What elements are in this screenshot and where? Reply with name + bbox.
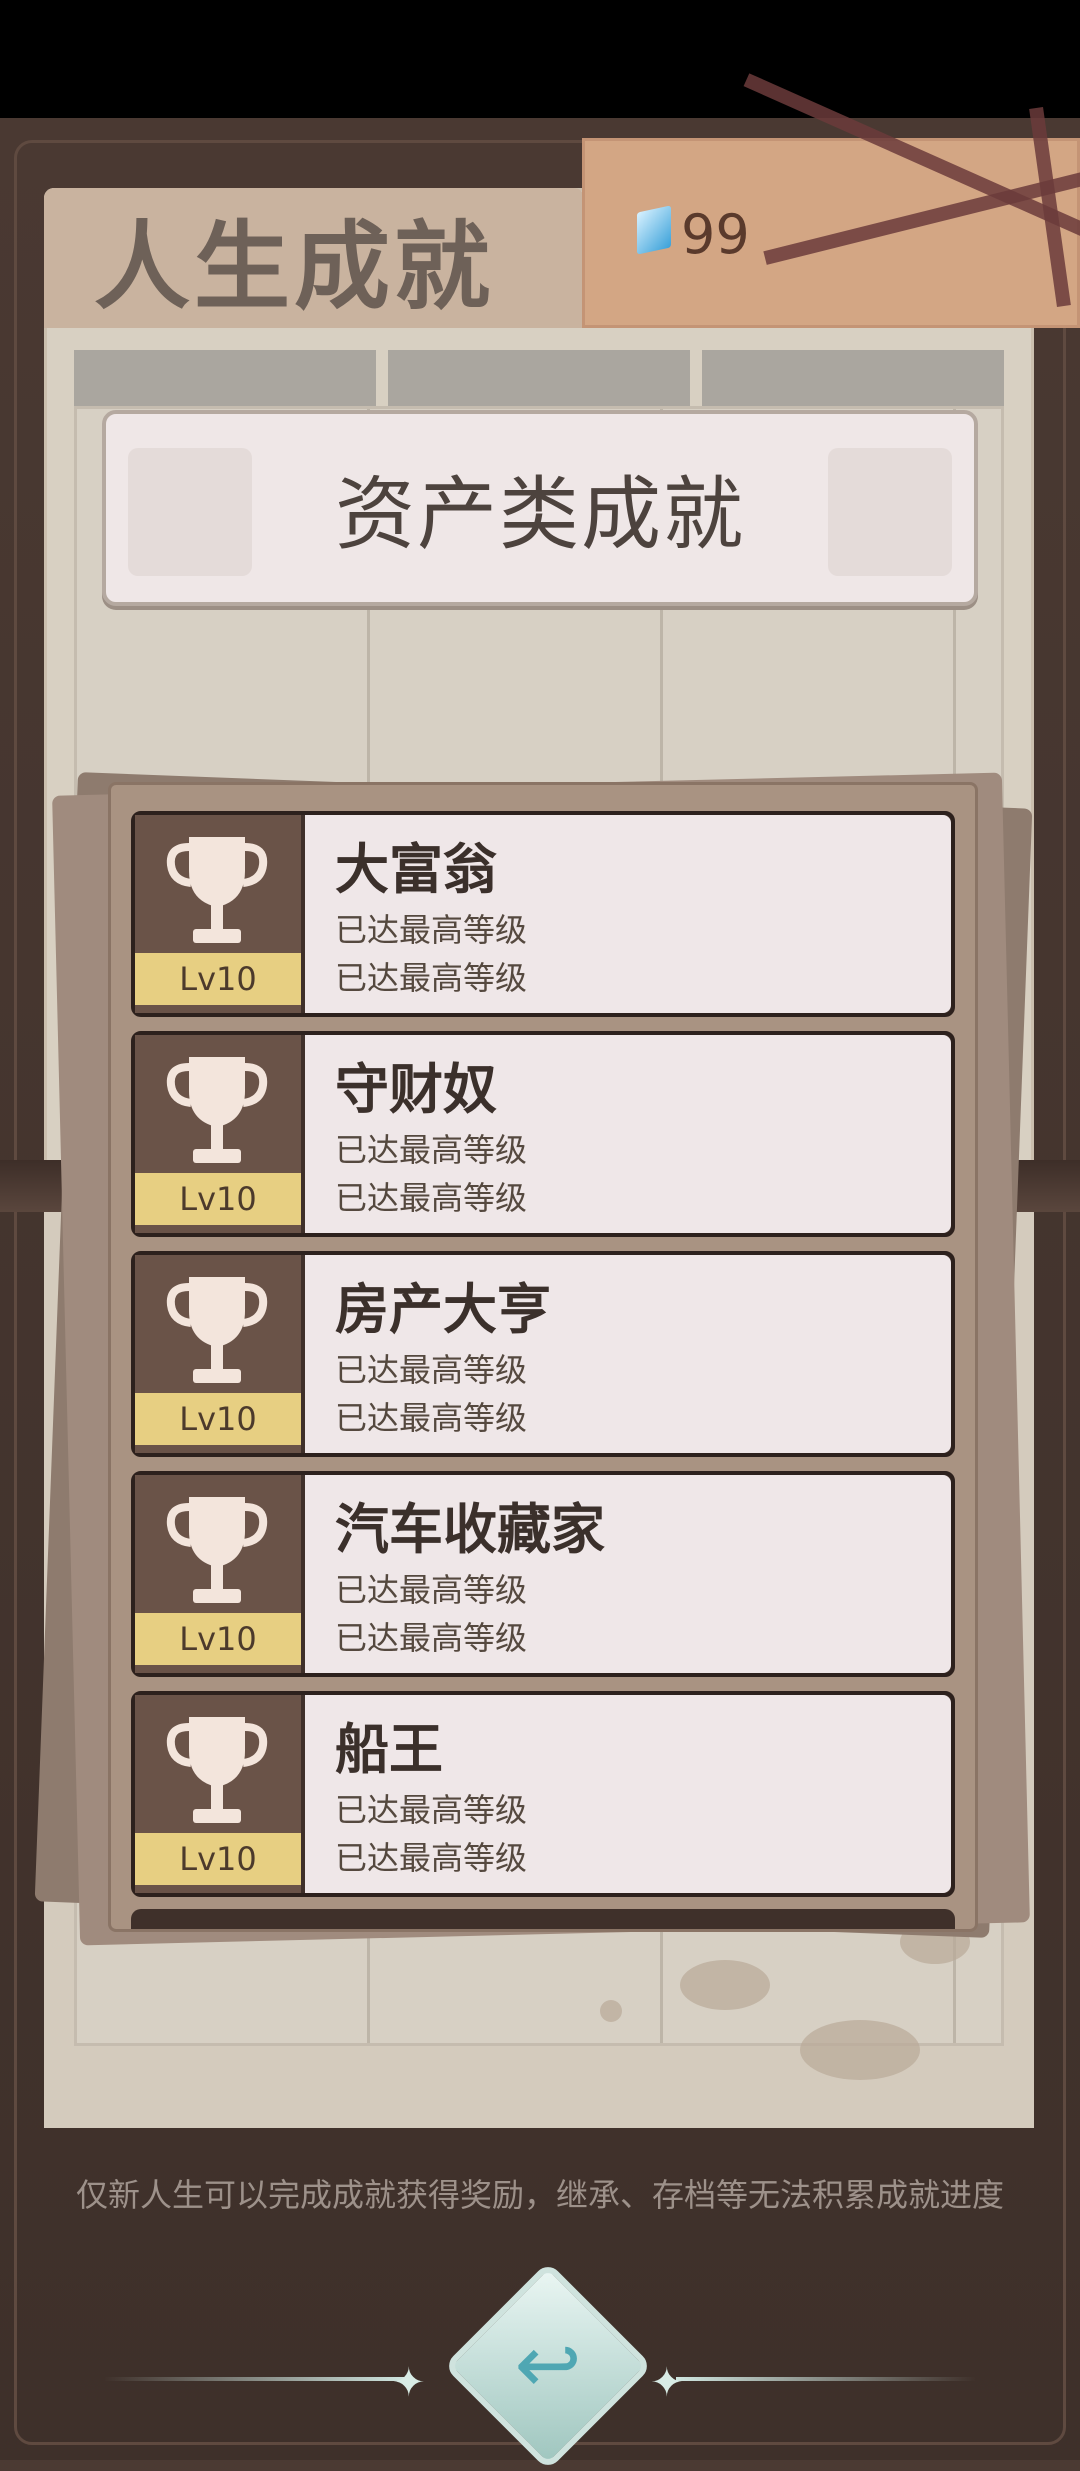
sparkle-icon: ✦	[650, 2360, 684, 2406]
footer-notice: 仅新人生可以完成成就获得奖励，继承、存档等无法积累成就进度	[75, 2176, 1004, 2214]
achievement-icon-box: Lv10	[135, 1035, 301, 1233]
achievement-reward: 已达最高等级	[335, 1839, 528, 1877]
trophy-icon	[166, 1057, 268, 1163]
divider-line	[676, 2377, 976, 2381]
achievement-status: 已达最高等级	[335, 1571, 528, 1609]
achievement-status: 已达最高等级	[335, 911, 528, 949]
achievement-name: 房产大亨	[335, 1278, 551, 1341]
achievement-name: 汽车收藏家	[335, 1498, 605, 1561]
return-arrow-icon[interactable]: ↩	[498, 2314, 598, 2414]
category-header: 资产类成就	[102, 410, 978, 606]
achievement-list[interactable]: Lv10 大富翁 已达最高等级 已达最高等级 Lv10 守财奴 已达最高等级 已…	[108, 782, 978, 1932]
page-title: 人生成就	[94, 210, 494, 323]
achievement-reward: 已达最高等级	[335, 1399, 528, 1437]
achievement-body: 船王 已达最高等级 已达最高等级	[305, 1695, 951, 1893]
achievement-status: 已达最高等级	[335, 1791, 528, 1829]
paper-stain	[800, 2020, 920, 2080]
level-badge: Lv10	[135, 1393, 301, 1445]
achievement-card[interactable]: Lv10 汽车收藏家 已达最高等级 已达最高等级	[131, 1471, 955, 1677]
achievement-card-partial	[131, 1909, 955, 1929]
trophy-icon	[166, 837, 268, 943]
trophy-icon	[166, 1497, 268, 1603]
achievement-name: 船王	[335, 1718, 443, 1781]
achievement-card[interactable]: Lv10 船王 已达最高等级 已达最高等级	[131, 1691, 955, 1897]
achievement-icon-box: Lv10	[135, 1475, 301, 1673]
grid-header-cell	[74, 350, 376, 406]
level-badge: Lv10	[135, 1613, 301, 1665]
trophy-icon	[166, 1277, 268, 1383]
trophy-icon	[166, 1717, 268, 1823]
achievement-reward: 已达最高等级	[335, 959, 528, 997]
achievement-body: 汽车收藏家 已达最高等级 已达最高等级	[305, 1475, 951, 1673]
status-bar	[0, 0, 1080, 118]
level-badge: Lv10	[135, 1833, 301, 1885]
achievement-icon-box: Lv10	[135, 1695, 301, 1893]
achievement-icon-box: Lv10	[135, 1255, 301, 1453]
paper-stain	[680, 1960, 770, 2010]
grid-header-cell	[702, 350, 1004, 406]
achievement-icon-box: Lv10	[135, 815, 301, 1013]
achievement-name: 守财奴	[335, 1058, 497, 1121]
currency-panel: 99	[582, 138, 1080, 328]
achievement-name: 大富翁	[335, 838, 497, 901]
achievement-body: 守财奴 已达最高等级 已达最高等级	[305, 1035, 951, 1233]
paper-stain	[600, 2000, 622, 2022]
achievement-status: 已达最高等级	[335, 1351, 528, 1389]
category-title: 资产类成就	[335, 468, 745, 561]
level-badge: Lv10	[135, 953, 301, 1005]
achievement-card[interactable]: Lv10 大富翁 已达最高等级 已达最高等级	[131, 811, 955, 1017]
achievement-reward: 已达最高等级	[335, 1179, 528, 1217]
achievement-reward: 已达最高等级	[335, 1619, 528, 1657]
divider-line	[104, 2377, 404, 2381]
achievement-body: 大富翁 已达最高等级 已达最高等级	[305, 815, 951, 1013]
grid-header-cell	[388, 350, 690, 406]
gem-icon	[637, 205, 671, 255]
title-tab: 人生成就	[44, 188, 584, 328]
level-badge: Lv10	[135, 1173, 301, 1225]
achievement-card[interactable]: Lv10 房产大亨 已达最高等级 已达最高等级	[131, 1251, 955, 1457]
achievement-status: 已达最高等级	[335, 1131, 528, 1169]
suitcase-icon	[128, 448, 252, 576]
currency-value: 99	[681, 203, 750, 266]
suitcase-icon	[828, 448, 952, 576]
achievement-body: 房产大亨 已达最高等级 已达最高等级	[305, 1255, 951, 1453]
achievement-card[interactable]: Lv10 守财奴 已达最高等级 已达最高等级	[131, 1031, 955, 1237]
sparkle-icon: ✦	[392, 2360, 426, 2406]
